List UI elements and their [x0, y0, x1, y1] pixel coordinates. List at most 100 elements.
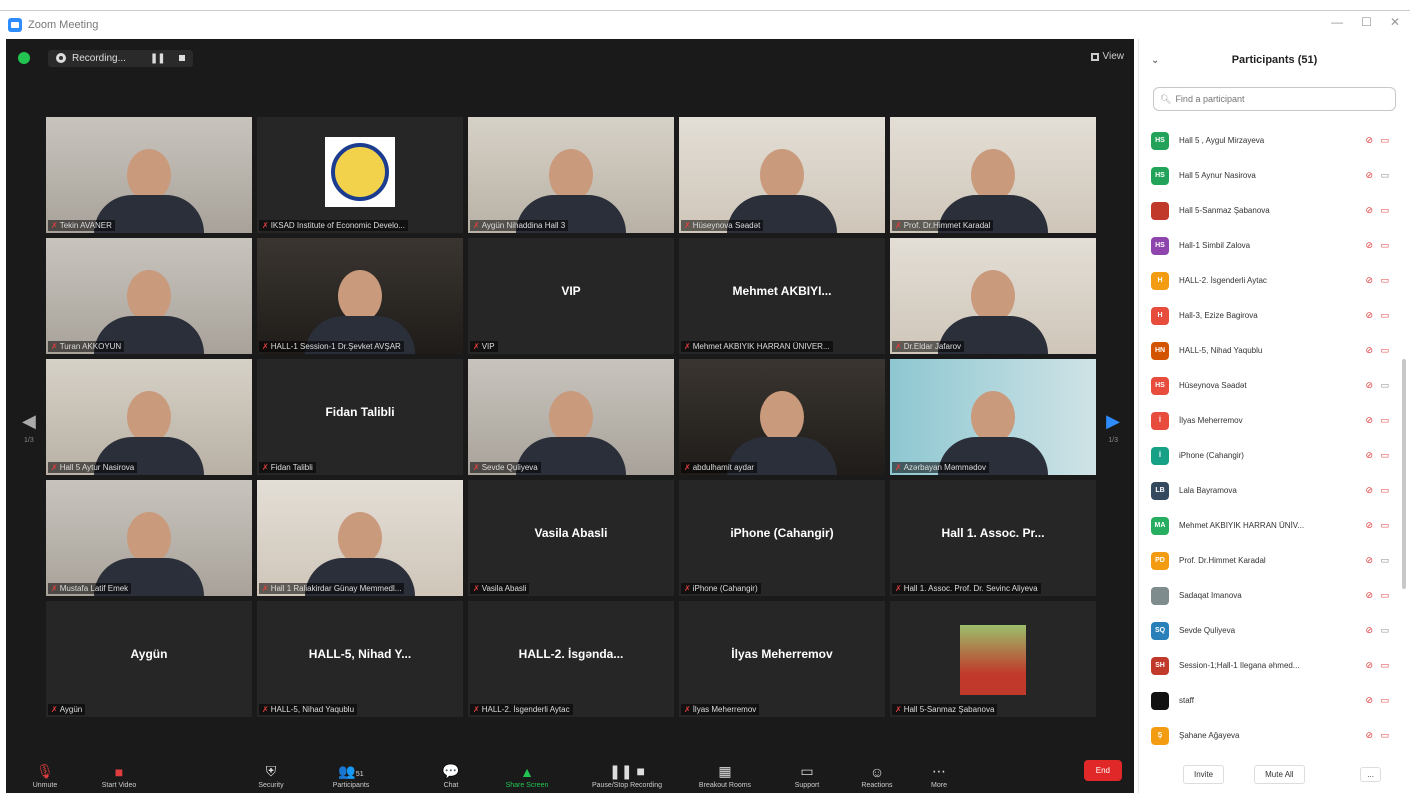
participant-row[interactable]: Ş Şahane Ağayeva ⊘ ▭ [1139, 718, 1410, 753]
video-off-icon[interactable]: ▭ [1380, 590, 1389, 601]
video-tile[interactable]: İlyas Meherremov ✗ İlyas Meherremov [679, 601, 885, 717]
muted-mic-icon[interactable]: ⊘ [1365, 380, 1373, 391]
participant-list-scrollbar[interactable] [1402, 359, 1406, 589]
video-on-icon[interactable]: ▭ [1380, 555, 1389, 566]
muted-mic-icon[interactable]: ⊘ [1365, 345, 1373, 356]
video-off-icon[interactable]: ▭ [1380, 240, 1389, 251]
video-tile[interactable]: ✗ Mustafa Latif Emek [46, 480, 252, 596]
video-tile[interactable]: ✗ Hall 1 Raliakirdar Günay Memmedl... [257, 480, 463, 596]
muted-mic-icon[interactable]: ⊘ [1365, 730, 1373, 741]
participant-row[interactable]: İ İlyas Meherremov ⊘ ▭ [1139, 403, 1410, 438]
muted-mic-icon[interactable]: ⊘ [1365, 205, 1373, 216]
stop-recording-icon[interactable] [178, 55, 185, 61]
collapse-icon[interactable]: ⌄ [1151, 55, 1159, 66]
video-tile[interactable]: iPhone (Cahangir) ✗ iPhone (Cahangir) [679, 480, 885, 596]
muted-mic-icon[interactable]: ⊘ [1365, 415, 1373, 426]
video-off-icon[interactable]: ▭ [1380, 415, 1389, 426]
end-meeting-button[interactable]: End [1083, 760, 1122, 781]
participants-button[interactable]: 👥51 Participants [316, 763, 386, 789]
muted-mic-icon[interactable]: ⊘ [1365, 695, 1373, 706]
previous-page-icon[interactable]: ◀ [22, 411, 36, 432]
more-button[interactable]: ⋯ More [904, 763, 974, 789]
video-tile[interactable]: VIP ✗ VIP [468, 238, 674, 354]
participant-row[interactable]: Hall 5-Sanmaz Şabanova ⊘ ▭ [1139, 193, 1410, 228]
participant-row[interactable]: HN HALL-5, Nihad Yaqublu ⊘ ▭ [1139, 333, 1410, 368]
video-on-icon[interactable]: ▭ [1380, 380, 1389, 391]
video-tile[interactable]: ✗ Hall 5 Aytur Nasirova [46, 359, 252, 475]
next-page-icon[interactable]: ▶ [1106, 411, 1120, 432]
muted-mic-icon[interactable]: ⊘ [1365, 170, 1373, 181]
muted-mic-icon[interactable]: ⊘ [1365, 275, 1373, 286]
video-on-icon[interactable]: ▭ [1380, 170, 1389, 181]
video-off-icon[interactable]: ▭ [1380, 135, 1389, 146]
video-off-icon[interactable]: ▭ [1380, 310, 1389, 321]
participant-row[interactable]: HS Hüseynova Səadət ⊘ ▭ [1139, 368, 1410, 403]
unmute-button[interactable]: 🎙 Unmute [10, 763, 80, 789]
participant-row[interactable]: Sadaqat Imanova ⊘ ▭ [1139, 578, 1410, 613]
muted-mic-icon[interactable]: ⊘ [1365, 485, 1373, 496]
support-button[interactable]: ▭ Support [772, 763, 842, 789]
participant-row[interactable]: LB Lala Bayramova ⊘ ▭ [1139, 473, 1410, 508]
participant-row[interactable]: staff ⊘ ▭ [1139, 683, 1410, 718]
video-off-icon[interactable]: ▭ [1380, 275, 1389, 286]
muted-mic-icon[interactable]: ⊘ [1365, 590, 1373, 601]
maximize-icon[interactable]: ☐ [1361, 15, 1372, 29]
video-off-icon[interactable]: ▭ [1380, 520, 1389, 531]
participant-row[interactable]: HS Hall-1 Simbil Zalova ⊘ ▭ [1139, 228, 1410, 263]
mute-all-button[interactable]: Mute All [1254, 764, 1305, 784]
participant-row[interactable]: PD Prof. Dr.Himmet Karadal ⊘ ▭ [1139, 543, 1410, 578]
video-tile[interactable]: Fidan Talibli ✗ Fidan Talibli [257, 359, 463, 475]
participant-row[interactable]: SQ Sevde Quliyeva ⊘ ▭ [1139, 613, 1410, 648]
video-tile[interactable]: Mehmet AKBIYI... ✗ Mehmet AKBIYIK HARRAN Ü… [679, 238, 885, 354]
pause-recording-button[interactable]: ❚❚ ■ Pause/Stop Recording [572, 763, 682, 789]
video-tile[interactable]: Hall 1. Assoc. Pr... ✗ Hall 1. Assoc. Prof… [890, 480, 1096, 596]
participant-row[interactable]: SH Session-1;Hall-1 Ilegana əhmed... ⊘ ▭ [1139, 648, 1410, 683]
video-off-icon[interactable]: ▭ [1380, 660, 1389, 671]
video-tile[interactable]: ✗ Dr.Eldar Jafarov [890, 238, 1096, 354]
security-button[interactable]: ⛨ Security [236, 763, 306, 789]
pause-recording-icon[interactable]: ❚❚ [150, 53, 166, 64]
video-tile[interactable]: ✗ IKSAD Institute of Economic Develo... [257, 117, 463, 233]
video-tile[interactable]: ✗ Hüseynova Səadət [679, 117, 885, 233]
muted-mic-icon[interactable]: ⊘ [1365, 660, 1373, 671]
video-tile[interactable]: HALL-5, Nihad Y... ✗ HALL-5, Nihad Yaqublu [257, 601, 463, 717]
participant-search[interactable]: 🔍︎ [1153, 87, 1396, 111]
video-tile[interactable]: ✗ Hall 5-Sanmaz Şabanova [890, 601, 1096, 717]
video-tile[interactable]: ✗ Sevde Quliyeva [468, 359, 674, 475]
video-tile[interactable]: ✗ Aygün Nihaddina Hall 3 [468, 117, 674, 233]
muted-mic-icon[interactable]: ⊘ [1365, 135, 1373, 146]
muted-mic-icon[interactable]: ⊘ [1365, 240, 1373, 251]
participant-row[interactable]: H HALL-2. İsgenderli Aytac ⊘ ▭ [1139, 263, 1410, 298]
encryption-shield-icon[interactable] [18, 52, 30, 64]
video-tile[interactable]: ✗ Azərbayan Məmmədov [890, 359, 1096, 475]
video-off-icon[interactable]: ▭ [1380, 450, 1389, 461]
video-off-icon[interactable]: ▭ [1380, 695, 1389, 706]
participant-row[interactable]: H Hall-3, Ezize Bagirova ⊘ ▭ [1139, 298, 1410, 333]
video-tile[interactable]: HALL-2. İsgənda... ✗ HALL-2. İsgenderli Ay… [468, 601, 674, 717]
invite-button[interactable]: Invite [1183, 764, 1225, 784]
video-tile[interactable]: ✗ Turan AKKOYUN [46, 238, 252, 354]
video-tile[interactable]: ✗ abdulhamit aydar [679, 359, 885, 475]
participant-row[interactable]: MA Mehmet AKBIYIK HARRAN ÜNİV... ⊘ ▭ [1139, 508, 1410, 543]
reactions-button[interactable]: ☺ Reactions [842, 764, 912, 789]
video-off-icon[interactable]: ▭ [1380, 205, 1389, 216]
video-tile[interactable]: Aygün ✗ Aygün [46, 601, 252, 717]
chat-button[interactable]: 💬 Chat [416, 763, 486, 789]
muted-mic-icon[interactable]: ⊘ [1365, 310, 1373, 321]
view-button[interactable]: View [1090, 51, 1124, 62]
panel-more-button[interactable]: ... [1360, 766, 1381, 782]
video-off-icon[interactable]: ▭ [1380, 730, 1389, 741]
share-screen-button[interactable]: ▲ Share Screen [492, 764, 562, 789]
video-on-icon[interactable]: ▭ [1380, 625, 1389, 636]
video-off-icon[interactable]: ▭ [1380, 485, 1389, 496]
muted-mic-icon[interactable]: ⊘ [1365, 450, 1373, 461]
breakout-rooms-button[interactable]: ▦ Breakout Rooms [690, 763, 760, 789]
participant-row[interactable]: İiPhone (Cahangir) ⊘ ▭ [1139, 438, 1410, 473]
video-tile[interactable]: Vasila Abasli ✗ Vasila Abasli [468, 480, 674, 596]
participant-search-input[interactable] [1175, 94, 1376, 104]
participant-row[interactable]: HS Hall 5 Aynur Nasirova ⊘ ▭ [1139, 158, 1410, 193]
video-tile[interactable]: ✗ Tekin AVANER [46, 117, 252, 233]
muted-mic-icon[interactable]: ⊘ [1365, 555, 1373, 566]
video-off-icon[interactable]: ▭ [1380, 345, 1389, 356]
video-tile[interactable]: ✗ HALL-1 Session-1 Dr.Şevket AVŞAR [257, 238, 463, 354]
